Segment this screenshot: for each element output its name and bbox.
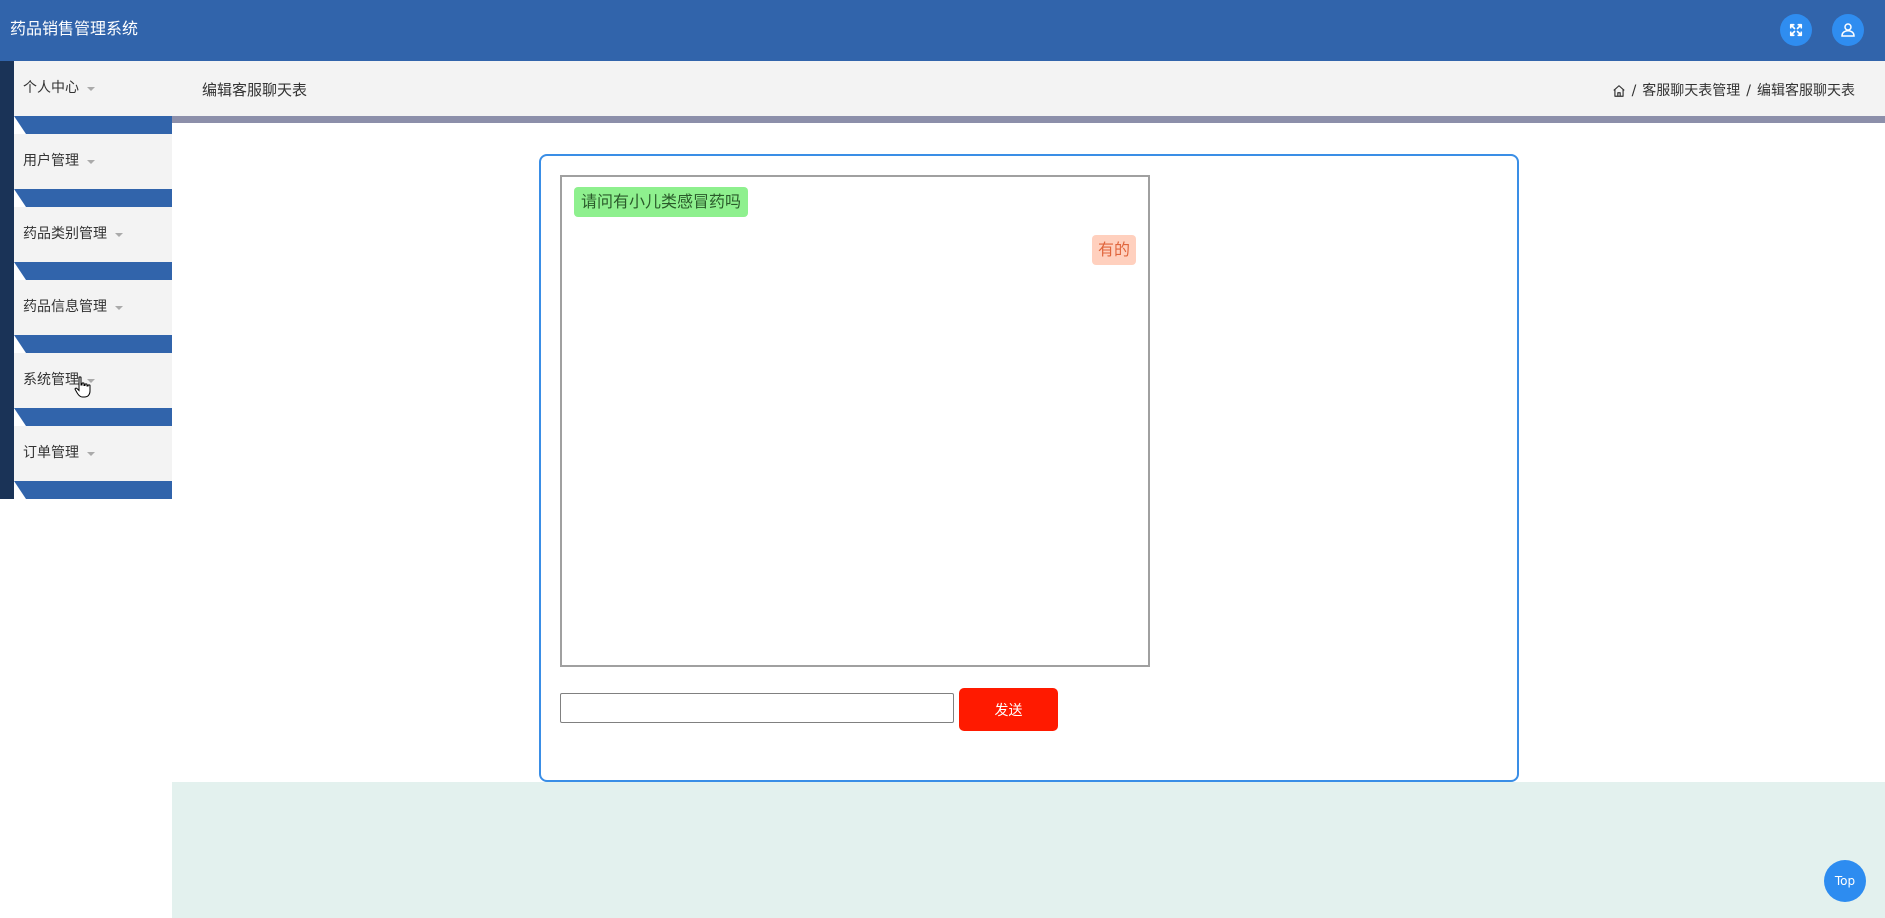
sidebar-item-label: 系统管理 <box>23 372 79 388</box>
header-divider <box>172 116 1885 123</box>
chat-message-service: 有的 <box>1091 235 1136 265</box>
sidebar-item-label: 药品类别管理 <box>23 226 107 242</box>
breadcrumb-item-edit-chat: 编辑客服聊天表 <box>1757 83 1855 99</box>
send-button[interactable]: 发送 <box>959 688 1058 731</box>
sidebar-band <box>14 262 172 280</box>
sidebar-strip <box>0 61 14 134</box>
chat-message-area[interactable]: 请问有小儿类感冒药吗 有的 <box>560 175 1150 667</box>
sidebar-strip <box>0 134 14 207</box>
breadcrumb-item-chat-management[interactable]: 客服聊天表管理 <box>1642 82 1740 100</box>
breadcrumb: / 客服聊天表管理 / 编辑客服聊天表 <box>1612 82 1855 100</box>
sidebar-band <box>14 481 172 499</box>
sidebar-item-label: 订单管理 <box>23 445 79 461</box>
sidebar-item-user-management[interactable]: 用户管理 <box>0 134 172 207</box>
breadcrumb-separator: / <box>1631 83 1637 99</box>
back-to-top-button[interactable]: Top <box>1824 860 1866 902</box>
home-icon[interactable] <box>1612 84 1626 98</box>
fullscreen-icon <box>1789 23 1803 37</box>
sidebar-strip <box>0 353 14 426</box>
sidebar-band <box>14 408 172 426</box>
chat-message-customer: 请问有小儿类感冒药吗 <box>574 187 749 217</box>
user-icon <box>1841 23 1855 37</box>
sidebar: 个人中心 用户管理 药品类别管理 药品信息管理 系统管理 订单管理 <box>0 61 172 499</box>
user-button[interactable] <box>1832 14 1864 46</box>
sidebar-band <box>14 189 172 207</box>
caret-down-icon <box>87 160 95 164</box>
hand-cursor-icon <box>74 376 91 398</box>
sidebar-item-label: 个人中心 <box>23 80 79 96</box>
footer-area <box>172 782 1885 918</box>
sidebar-strip <box>0 426 14 499</box>
caret-down-icon <box>87 87 95 91</box>
caret-down-icon <box>87 452 95 456</box>
sidebar-band <box>14 335 172 353</box>
sidebar-item-drug-category-management[interactable]: 药品类别管理 <box>0 207 172 280</box>
sidebar-item-personal-center[interactable]: 个人中心 <box>0 61 172 134</box>
sidebar-item-label: 药品信息管理 <box>23 299 107 315</box>
sidebar-band <box>14 116 172 134</box>
sidebar-item-order-management[interactable]: 订单管理 <box>0 426 172 499</box>
top-bar: 药品销售管理系统 <box>0 0 1885 61</box>
sidebar-item-label: 用户管理 <box>23 153 79 169</box>
app-title: 药品销售管理系统 <box>10 19 139 38</box>
sidebar-strip <box>0 207 14 280</box>
page-title: 编辑客服聊天表 <box>202 81 308 99</box>
caret-down-icon <box>115 233 123 237</box>
message-input[interactable] <box>560 693 954 723</box>
caret-down-icon <box>115 306 123 310</box>
breadcrumb-separator: / <box>1746 83 1751 99</box>
content-header: 编辑客服聊天表 / 客服聊天表管理 / 编辑客服聊天表 <box>172 61 1885 116</box>
sidebar-item-drug-info-management[interactable]: 药品信息管理 <box>0 280 172 353</box>
sidebar-strip <box>0 280 14 353</box>
fullscreen-button[interactable] <box>1780 14 1812 46</box>
